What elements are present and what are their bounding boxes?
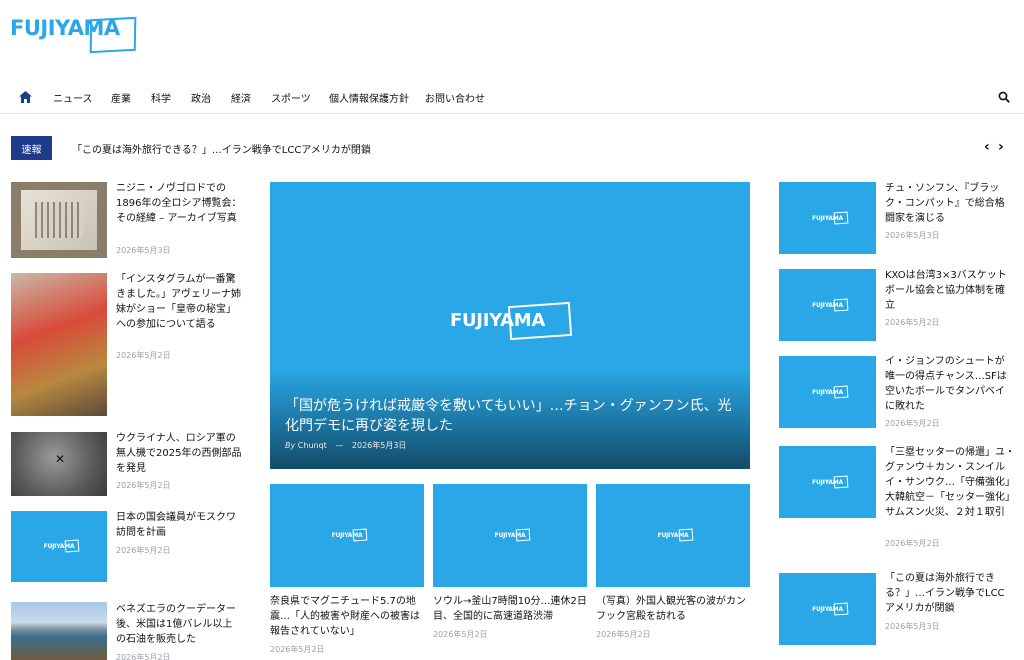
article-thumb-placeholder[interactable]: FUJIYAMA bbox=[596, 484, 750, 587]
article-title[interactable]: ウクライナ人、ロシア軍の無人機で2025年の西側部品を発見 bbox=[116, 431, 242, 476]
thumb-logo: FUJIYAMA bbox=[809, 213, 846, 224]
article-title[interactable]: （写真）外国人観光客の波がカンフック宮殿を訪れる bbox=[596, 594, 752, 624]
article-title[interactable]: 日本の国会議員がモスクワ訪問を計画 bbox=[116, 510, 242, 540]
article-thumb-placeholder[interactable]: FUJIYAMA bbox=[779, 573, 876, 645]
logo-frame bbox=[89, 16, 137, 54]
article-date: 2026年5月2日 bbox=[270, 645, 325, 654]
article-thumb-placeholder[interactable]: FUJIYAMA bbox=[433, 484, 587, 587]
article-date: 2026年5月2日 bbox=[116, 481, 171, 490]
article-thumb-placeholder[interactable]: FUJIYAMA bbox=[779, 446, 876, 518]
article-title[interactable]: イ・ジョンフのシュートが唯一の得点チャンス…SFは空いたボールでタンパベイに敗れ… bbox=[885, 354, 1013, 414]
article-date: 2026年5月3日 bbox=[116, 246, 171, 255]
drone-icon: ✕ bbox=[55, 452, 66, 466]
ticker-next-icon[interactable]: › bbox=[998, 140, 1004, 154]
article-date: 2026年5月3日 bbox=[885, 231, 940, 240]
article-thumb-sea-photo[interactable] bbox=[11, 602, 107, 660]
article-title[interactable]: ソウル→釜山7時間10分…連休2日目、全国的に高速道路渋滞 bbox=[433, 594, 589, 624]
article-date: 2026年5月2日 bbox=[433, 630, 488, 639]
breaking-news-badge: 速報 bbox=[11, 136, 52, 160]
hero-logo-frame bbox=[507, 301, 573, 341]
article-thumb-drone-photo[interactable]: ✕ bbox=[11, 432, 107, 496]
article-title[interactable]: ニジニ・ノヴゴロドでの1896年の全ロシア博覧会：その経緯 – アーカイブ写真 bbox=[116, 181, 242, 226]
framed-photo bbox=[21, 190, 97, 250]
article-date: 2026年5月2日 bbox=[885, 318, 940, 327]
nav-item-privacy[interactable]: 個人情報保護方針 bbox=[329, 90, 409, 105]
article-title[interactable]: 「三塁セッターの帰還」ユ・グァンウ＋カン・スンイル イ・サンウク…「守備強化」大… bbox=[885, 445, 1017, 520]
ticker-prev-icon[interactable]: ‹ bbox=[984, 140, 990, 154]
article-title[interactable]: 「この夏は海外旅行できる？」…イラン戦争でLCCアメリカが閉鎖 bbox=[885, 571, 1013, 616]
article-thumb-placeholder[interactable]: FUJIYAMA bbox=[779, 269, 876, 341]
article-thumb-placeholder[interactable]: FUJIYAMA bbox=[270, 484, 424, 587]
ticker-headline[interactable]: 「この夏は海外旅行できる？」…イラン戦争でLCCアメリカが閉鎖 bbox=[72, 141, 371, 156]
hero-date: 2026年5月3日 bbox=[351, 441, 407, 450]
hero-article[interactable]: FUJIYAMA 「国が危うければ戒厳令を敷いてもいい」…チョン・グァンフン氏、… bbox=[270, 182, 750, 469]
thumb-logo: FUJIYAMA bbox=[41, 541, 78, 552]
thumb-logo: FUJIYAMA bbox=[809, 477, 846, 488]
article-title[interactable]: ベネズエラのクーデーター後、米国は1億バレル以上の石油を販売した bbox=[116, 602, 242, 647]
hero-meta: By Chunqt — 2026年5月3日 bbox=[285, 440, 406, 451]
article-thumb-placeholder[interactable]: FUJIYAMA bbox=[779, 356, 876, 428]
article-date: 2026年5月2日 bbox=[116, 546, 171, 555]
thumb-logo: FUJIYAMA bbox=[329, 530, 366, 541]
thumb-logo: FUJIYAMA bbox=[655, 530, 692, 541]
nav-item-sports[interactable]: スポーツ bbox=[271, 90, 311, 105]
nav-item-industry[interactable]: 産業 bbox=[111, 90, 131, 105]
nav-item-news[interactable]: ニュース bbox=[53, 90, 93, 105]
thumb-logo: FUJIYAMA bbox=[809, 387, 846, 398]
article-thumb-archive-photo[interactable] bbox=[11, 182, 107, 258]
article-title[interactable]: 「インスタグラムが一番驚きました。」アヴェリーナ姉妹がショー「皇帝の秘宝」への参… bbox=[116, 272, 242, 332]
article-date: 2026年5月2日 bbox=[885, 539, 940, 548]
search-icon[interactable] bbox=[998, 91, 1010, 103]
home-icon[interactable] bbox=[19, 91, 32, 103]
main-nav: ニュース 産業 科学 政治 経済 スポーツ 個人情報保護方針 お問い合わせ bbox=[0, 82, 1024, 114]
article-thumb-placeholder[interactable]: FUJIYAMA bbox=[779, 182, 876, 254]
nav-item-contact[interactable]: お問い合わせ bbox=[425, 90, 485, 105]
site-logo[interactable]: FUJIYAMA bbox=[10, 16, 137, 54]
article-date: 2026年5月2日 bbox=[885, 419, 940, 428]
article-title[interactable]: チュ・ソンフン、『ブラック・コンパット』で総合格闘家を演じる bbox=[885, 181, 1013, 226]
article-title[interactable]: 奈良県でマグニチュード5.7の地震…「人的被害や財産への被害は報告されていない」 bbox=[270, 594, 426, 639]
article-thumb-festival-photo[interactable] bbox=[11, 273, 107, 416]
byline-prefix: By bbox=[285, 441, 296, 450]
nav-item-politics[interactable]: 政治 bbox=[191, 90, 211, 105]
article-date: 2026年5月2日 bbox=[116, 351, 171, 360]
article-date: 2026年5月2日 bbox=[596, 630, 651, 639]
hero-title[interactable]: 「国が危うければ戒厳令を敷いてもいい」…チョン・グァンフン氏、光化門デモに再び姿… bbox=[285, 396, 735, 436]
nav-item-science[interactable]: 科学 bbox=[151, 90, 171, 105]
thumb-logo: FUJIYAMA bbox=[809, 604, 846, 615]
nav-item-economy[interactable]: 経済 bbox=[231, 90, 251, 105]
article-thumb-placeholder[interactable]: FUJIYAMA bbox=[11, 511, 107, 582]
article-date: 2026年5月3日 bbox=[885, 622, 940, 631]
article-date: 2026年5月2日 bbox=[116, 653, 171, 660]
hero-author[interactable]: Chunqt bbox=[298, 441, 327, 450]
thumb-logo: FUJIYAMA bbox=[809, 300, 846, 311]
article-title[interactable]: KXOは台湾3×3バスケットボール協会と協力体制を確立 bbox=[885, 268, 1013, 313]
thumb-logo: FUJIYAMA bbox=[492, 530, 529, 541]
byline-separator: — bbox=[335, 441, 344, 450]
